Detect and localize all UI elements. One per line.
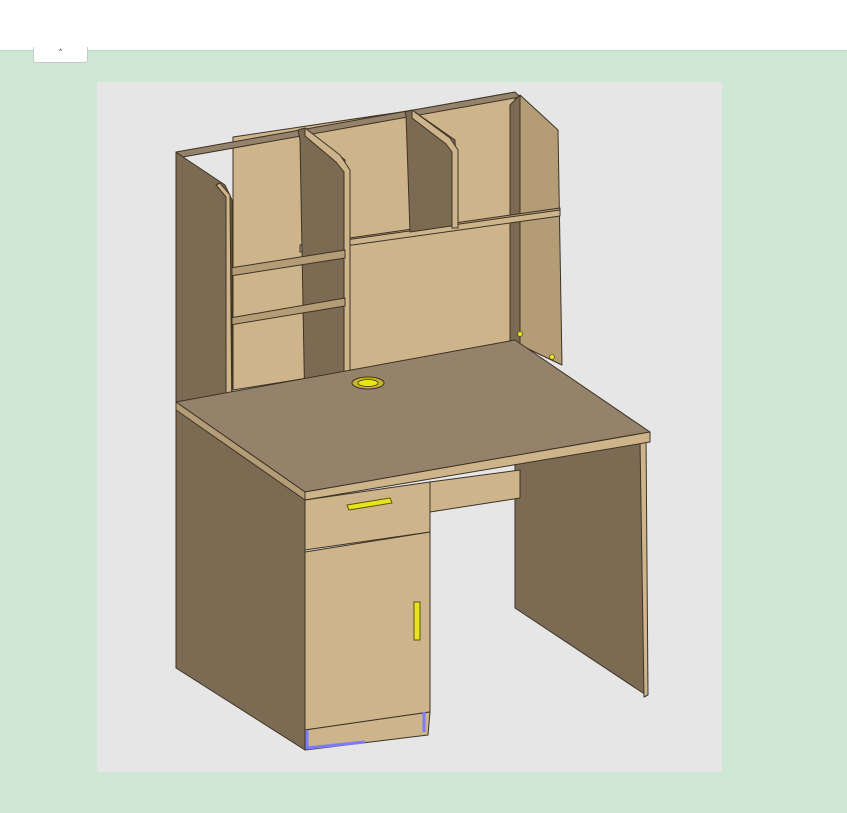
door-handle bbox=[413, 601, 421, 641]
chevron-up-icon: ˄ bbox=[58, 49, 63, 59]
top-toolbar: ˄ bbox=[0, 0, 847, 63]
hutch-right-side bbox=[519, 94, 563, 366]
3d-viewport[interactable] bbox=[97, 82, 722, 772]
collapse-toolbar-button[interactable]: ˄ bbox=[33, 47, 88, 63]
fitting-1 bbox=[517, 331, 523, 337]
fitting-2 bbox=[549, 354, 555, 360]
desk-model bbox=[97, 82, 722, 772]
cabinet-door bbox=[304, 531, 431, 731]
